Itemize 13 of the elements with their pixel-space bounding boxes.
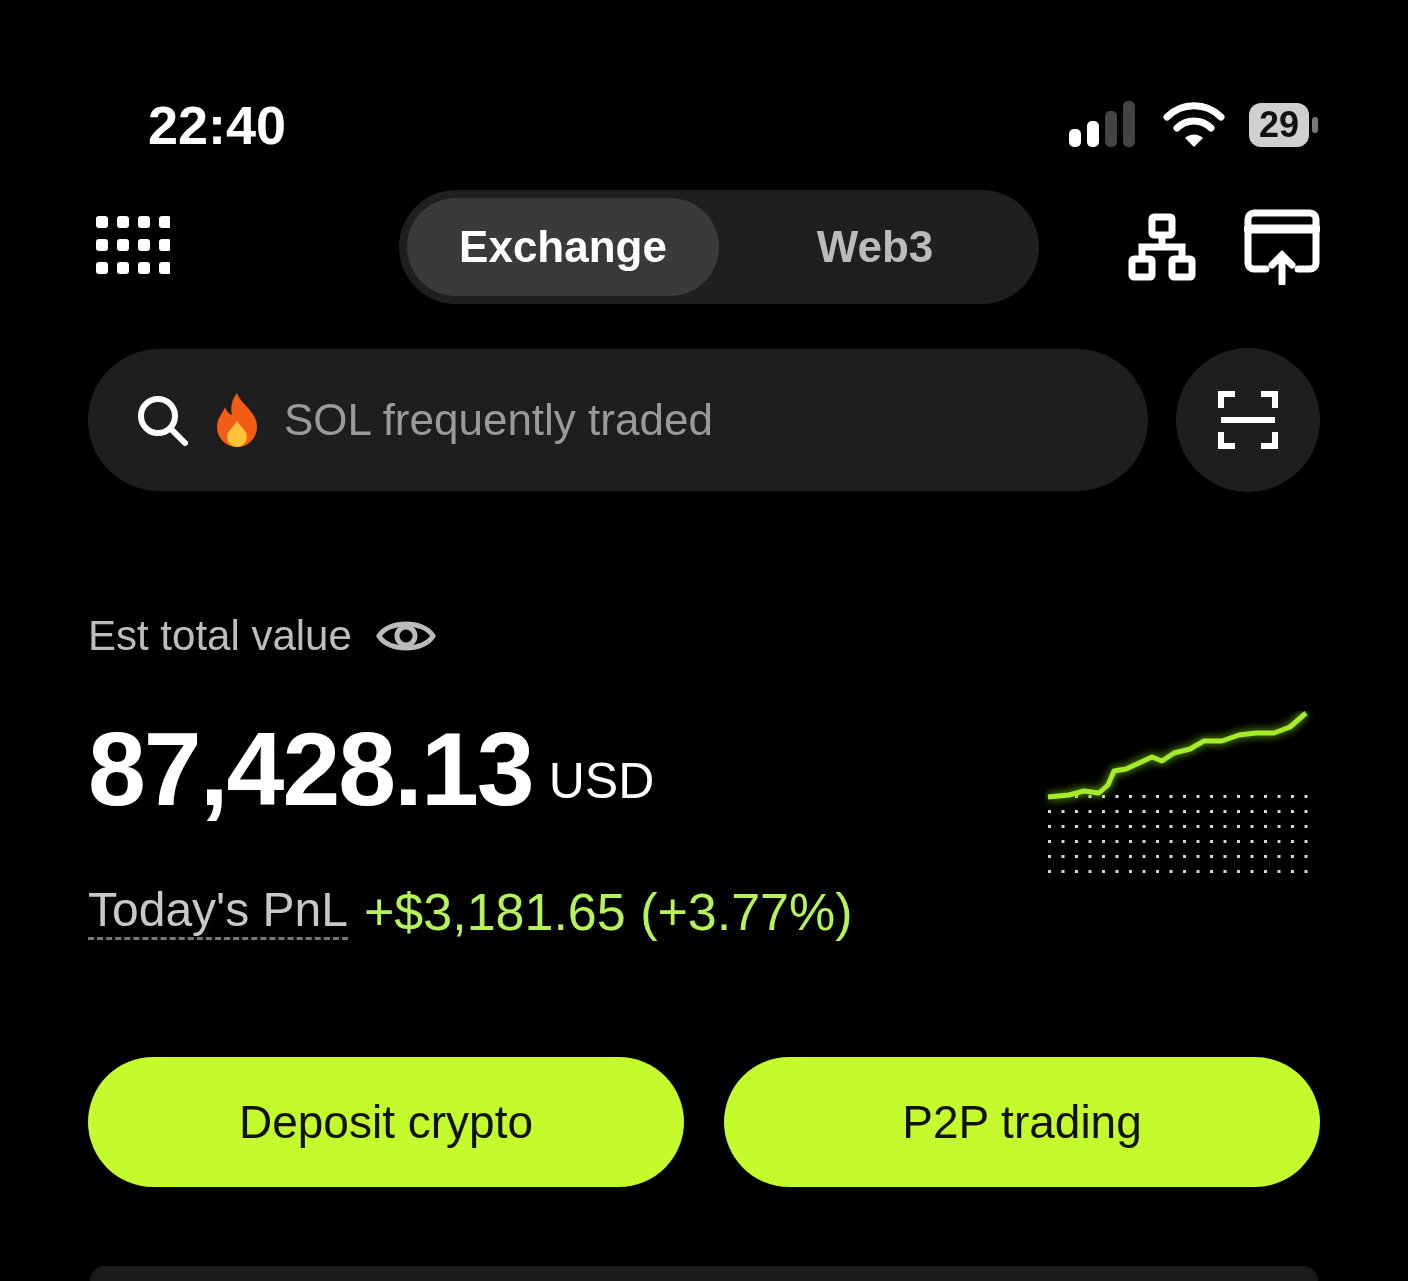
search-placeholder: SOL frequently traded	[284, 394, 713, 446]
tab[interactable]: Web3	[719, 198, 1031, 296]
pnl-value: +$3,181.65 (+3.77%)	[364, 882, 853, 943]
balance-label: Est total value	[88, 611, 352, 661]
tab[interactable]: Exchange	[407, 198, 719, 296]
action-button[interactable]: P2P trading	[724, 1057, 1320, 1187]
currency-label: USD	[548, 752, 655, 811]
search-field[interactable]: SOL frequently traded	[88, 349, 1148, 491]
action-button[interactable]: Deposit crypto	[88, 1057, 684, 1187]
status-time: 22:40	[148, 98, 287, 152]
pnl-label[interactable]: Today's PnL	[88, 884, 348, 940]
balance-value: 87,428.13	[88, 717, 533, 821]
battery-level: 29	[1248, 103, 1309, 147]
